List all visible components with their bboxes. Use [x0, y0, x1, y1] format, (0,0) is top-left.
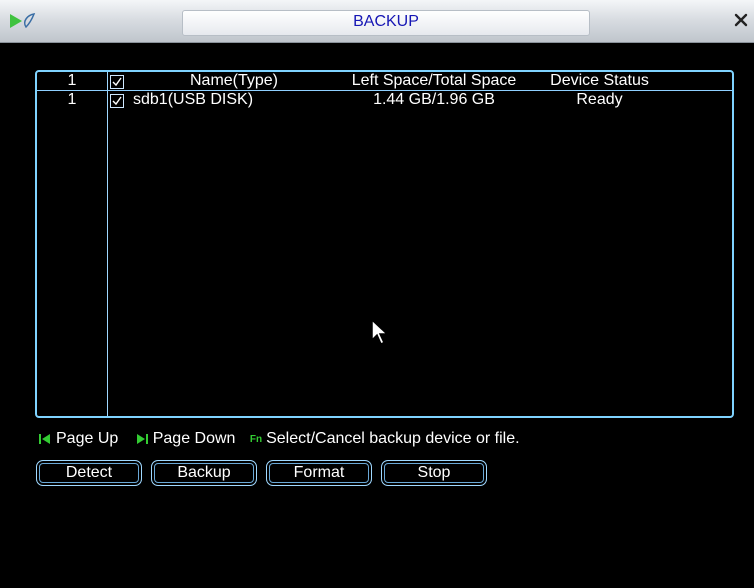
column-divider [107, 72, 108, 416]
backup-window: BACKUP 1 Name(Type) Left Space/Total Spa… [0, 0, 754, 588]
row-device-name: sdb1(USB DISK) [133, 91, 254, 108]
page-down-icon [135, 432, 149, 446]
header-index: 1 [67, 72, 77, 89]
fn-description: Select/Cancel backup device or file. [266, 430, 520, 447]
select-all-checkbox[interactable] [110, 75, 124, 89]
page-up-icon [38, 432, 52, 446]
check-icon [112, 77, 122, 87]
page-down-label: Page Down [152, 430, 236, 447]
header-name: Name(Type) [189, 72, 279, 89]
format-button[interactable]: Format [266, 460, 372, 486]
row-status: Ready [576, 91, 623, 108]
row-checkbox[interactable] [110, 94, 124, 108]
backup-button[interactable]: Backup [151, 460, 257, 486]
window-title: BACKUP [353, 13, 419, 30]
title-bar: BACKUP [0, 0, 754, 43]
app-logo-icon [10, 13, 36, 29]
close-icon[interactable] [734, 13, 748, 27]
row-index: 1 [67, 91, 77, 108]
mouse-cursor-icon [371, 318, 389, 346]
header-space: Left Space/Total Space [351, 72, 517, 89]
stop-button[interactable]: Stop [381, 460, 487, 486]
table-row[interactable]: 1 sdb1(USB DISK) 1.44 GB/1.96 GB Ready [37, 91, 732, 109]
header-status: Device Status [550, 72, 649, 89]
check-icon [112, 96, 122, 106]
table-header-row: 1 Name(Type) Left Space/Total Space Devi… [37, 72, 732, 91]
row-space: 1.44 GB/1.96 GB [373, 91, 495, 108]
detect-button[interactable]: Detect [36, 460, 142, 486]
page-up-label: Page Up [56, 430, 119, 447]
fn-key-icon: Fn [249, 433, 263, 445]
device-table: 1 Name(Type) Left Space/Total Space Devi… [35, 70, 734, 418]
key-legend: Page Up Page Down Fn Select/Cancel backup… [38, 430, 520, 450]
